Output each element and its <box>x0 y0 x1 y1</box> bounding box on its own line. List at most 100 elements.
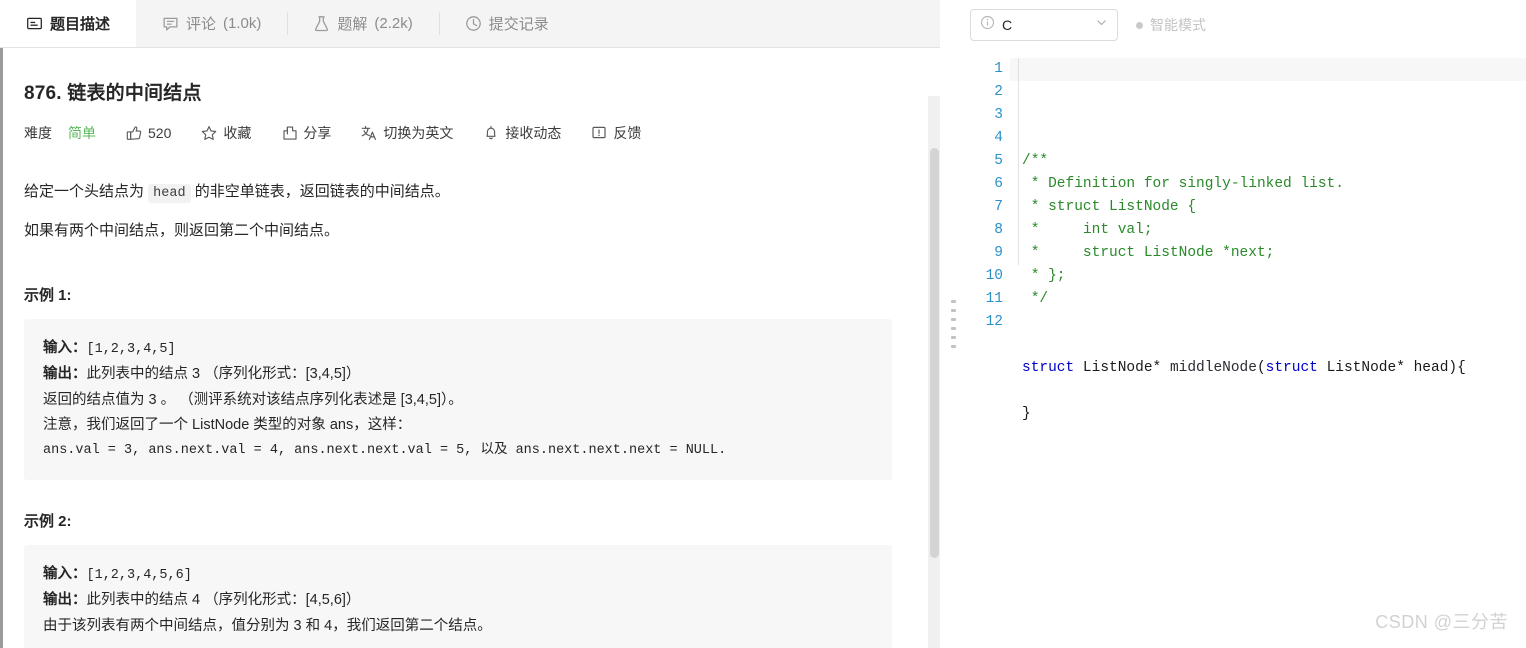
example-title: 示例 1: <box>24 284 892 305</box>
line-number: 6 <box>966 173 1010 196</box>
description-icon <box>26 15 43 32</box>
code-line <box>1022 311 1526 334</box>
code-line <box>1022 380 1526 403</box>
tab-label: 题解 <box>337 13 367 34</box>
share-icon <box>281 125 297 141</box>
problem-scrollbar-thumb[interactable] <box>930 148 939 558</box>
example-line: ans.val = 3, ans.next.val = 4, ans.next.… <box>43 439 873 463</box>
code-token: } <box>1022 406 1031 422</box>
code-line: /** <box>1022 150 1526 173</box>
action-label: 520 <box>148 125 171 141</box>
code-line: * Definition for singly-linked list. <box>1022 173 1526 196</box>
difficulty-value: 简单 <box>68 123 96 143</box>
tab-count: (1.0k) <box>223 15 261 32</box>
example-block: 输入：[1,2,3,4,5,6]输出：此列表中的结点 4 （序列化形式：[4,5… <box>24 545 892 648</box>
problem-tab-bar: 题目描述评论(1.0k) 题解 (2.2k) 提交记录 <box>0 0 940 48</box>
paragraph-1-text-before: 给定一个头结点为 <box>24 183 148 200</box>
code-token: ListNode* head){ <box>1318 360 1466 376</box>
example-line: 返回的结点值为 3 。 （测评系统对该结点序列化表述是 [3,4,5]）。 <box>43 388 873 414</box>
watermark: CSDN @三分苦 <box>1375 608 1508 634</box>
tab-count: (2.2k) <box>374 15 412 32</box>
code-token: * struct ListNode { <box>1022 199 1196 215</box>
code-token: * Definition for singly-linked list. <box>1022 176 1344 192</box>
difficulty-label: 难度 <box>24 123 52 143</box>
code-token: middleNode <box>1170 360 1257 376</box>
action-share[interactable]: 分享 <box>281 123 331 143</box>
action-label: 反馈 <box>613 123 641 143</box>
code-token: struct <box>1022 360 1074 376</box>
problem-paragraph-2: 如果有两个中间结点，则返回第二个中间结点。 <box>24 218 892 244</box>
inline-code-head: head <box>148 184 190 203</box>
example-line-label: 输出： <box>43 366 87 382</box>
code-line: */ <box>1022 288 1526 311</box>
code-token: * struct ListNode *next; <box>1022 245 1274 261</box>
line-number: 1 <box>966 58 1010 81</box>
action-subscribe[interactable]: 接收动态 <box>483 123 561 143</box>
tab-submissions[interactable]: 提交记录 <box>439 0 575 47</box>
tab-solutions[interactable]: 题解 (2.2k) <box>287 0 438 47</box>
editor-code-area[interactable]: /** * Definition for singly-linked list.… <box>1010 50 1526 648</box>
tab-comments[interactable]: 评论(1.0k) <box>136 0 287 47</box>
editor-indent-guide <box>1018 58 1019 265</box>
chevron-down-icon <box>1095 16 1108 34</box>
language-select[interactable]: C <box>970 9 1118 41</box>
example-line-text: ans.val = 3, ans.next.val = 4, ans.next.… <box>43 443 726 458</box>
splitter-grip-icon[interactable] <box>951 300 956 348</box>
action-feedback[interactable]: 反馈 <box>591 123 641 143</box>
code-token: /** <box>1022 153 1048 169</box>
example-line-label: 输入： <box>43 566 87 582</box>
line-number: 12 <box>966 311 1010 334</box>
line-number: 2 <box>966 81 1010 104</box>
panel-splitter[interactable] <box>940 0 966 648</box>
example-line: 注意，我们返回了一个 ListNode 类型的对象 ans，这样： <box>43 413 873 439</box>
action-label: 接收动态 <box>505 123 561 143</box>
leetcode-problem-page: 题目描述评论(1.0k)题解(2.2k)提交记录 876. 链表的中间结点 难度… <box>0 0 1526 648</box>
examples-container: 示例 1:输入：[1,2,3,4,5]输出：此列表中的结点 3 （序列化形式：[… <box>24 284 892 648</box>
feedback-icon <box>591 125 607 141</box>
line-number: 7 <box>966 196 1010 219</box>
line-number: 4 <box>966 127 1010 150</box>
translate-icon <box>361 125 377 141</box>
line-number: 8 <box>966 219 1010 242</box>
language-select-value: C <box>1002 17 1088 33</box>
action-label: 收藏 <box>223 123 251 143</box>
paragraph-1-text-after: 的非空单链表，返回链表的中间结点。 <box>191 183 450 200</box>
star-icon <box>201 125 217 141</box>
code-line: * struct ListNode *next; <box>1022 242 1526 265</box>
editor-active-line-highlight <box>1010 58 1526 81</box>
line-number: 9 <box>966 242 1010 265</box>
code-line: } <box>1022 403 1526 426</box>
example-line-text: 此列表中的结点 4 （序列化形式：[4,5,6]） <box>87 592 361 608</box>
action-like[interactable]: 520 <box>126 125 171 141</box>
problem-panel: 题目描述评论(1.0k)题解(2.2k)提交记录 876. 链表的中间结点 难度… <box>0 0 940 648</box>
action-favorite[interactable]: 收藏 <box>201 123 251 143</box>
line-number: 3 <box>966 104 1010 127</box>
code-token: * int val; <box>1022 222 1153 238</box>
code-line: * int val; <box>1022 219 1526 242</box>
action-translate[interactable]: 切换为英文 <box>361 123 453 143</box>
example-block: 输入：[1,2,3,4,5]输出：此列表中的结点 3 （序列化形式：[3,4,5… <box>24 319 892 480</box>
bell-icon <box>483 125 499 141</box>
example-line-text: [1,2,3,4,5,6] <box>87 568 192 583</box>
example-line-text: [1,2,3,4,5] <box>87 342 176 357</box>
example-line-label: 输出： <box>43 592 87 608</box>
info-icon <box>980 15 995 35</box>
comment-icon <box>162 15 179 32</box>
tab-label: 提交记录 <box>489 13 549 34</box>
code-token: ListNode* <box>1074 360 1170 376</box>
code-editor[interactable]: 123456789101112 /** * Definition for sin… <box>966 50 1526 648</box>
example-line-text: 由于该列表有两个中间结点，值分别为 3 和 4，我们返回第二个结点。 <box>43 618 492 634</box>
problem-content-scroll[interactable]: 876. 链表的中间结点 难度 简单 520收藏分享切换为英文接收动态反馈 给定… <box>0 48 940 648</box>
example-line: 输入：[1,2,3,4,5,6] <box>43 562 873 588</box>
code-line: struct ListNode* middleNode(struct ListN… <box>1022 357 1526 380</box>
problem-scrollbar-track[interactable] <box>928 96 940 648</box>
example-line: 输出：此列表中的结点 3 （序列化形式：[3,4,5]） <box>43 362 873 388</box>
problem-paragraph-1: 给定一个头结点为 head 的非空单链表，返回链表的中间结点。 <box>24 179 892 206</box>
thumbs-up-icon <box>126 125 142 141</box>
code-line: * }; <box>1022 265 1526 288</box>
smart-mode-toggle[interactable]: 智能模式 <box>1136 15 1206 35</box>
line-number: 10 <box>966 265 1010 288</box>
tab-description[interactable]: 题目描述 <box>0 0 136 47</box>
flask-icon <box>313 15 330 32</box>
example-line: 输入：[1,2,3,4,5] <box>43 336 873 362</box>
